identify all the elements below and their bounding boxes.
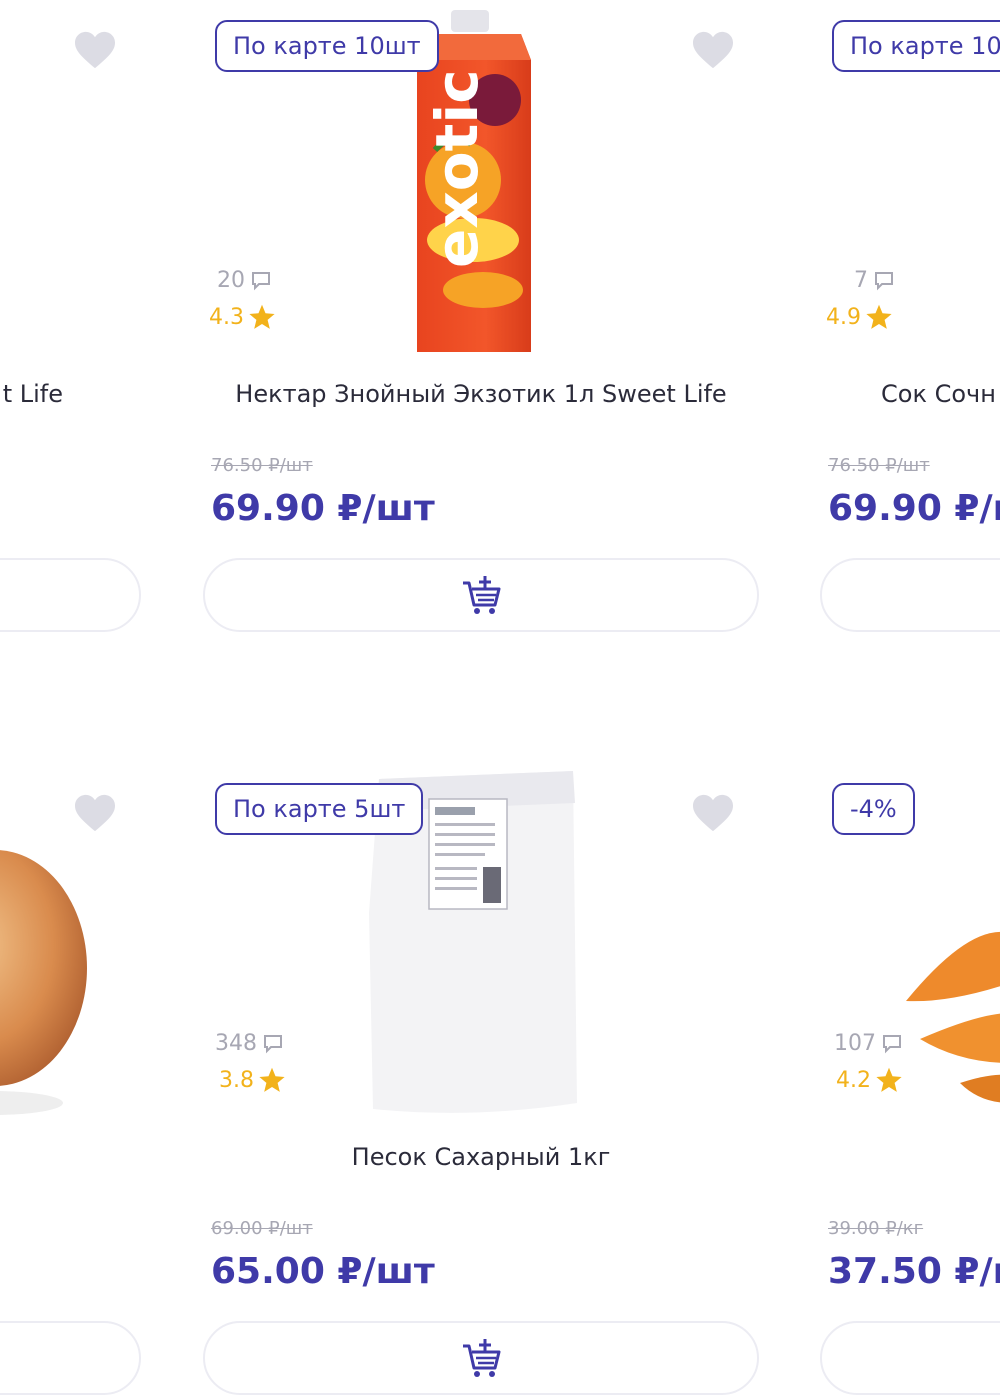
reviews-count[interactable]: 348: [215, 1031, 283, 1056]
rating-value: 3.8: [219, 1067, 254, 1093]
loyalty-card-badge: По карте 10шт: [215, 20, 439, 72]
product-grid: t Life exotic По карте 10шт 20 4.3 Некта…: [0, 0, 1000, 1400]
rating-value: 4.3: [209, 304, 244, 330]
product-card[interactable]: [0, 763, 141, 1400]
product-card[interactable]: По карте 5шт 348 3.8 Песок Сахарный 1кг …: [203, 763, 759, 1400]
price: 37.50 ₽/кг: [828, 1251, 1000, 1292]
heart-icon[interactable]: [691, 793, 735, 833]
add-to-cart-button[interactable]: [203, 558, 759, 632]
discount-badge: -4%: [832, 783, 915, 835]
add-to-cart-icon: [463, 576, 501, 614]
reviews-count-value: 20: [217, 268, 245, 293]
product-title[interactable]: Песок Сахарный 1кг: [203, 1143, 759, 1171]
rating: 4.2: [836, 1066, 903, 1094]
add-to-cart-button[interactable]: [0, 558, 141, 632]
old-price: 69.00 ₽/шт: [211, 1218, 313, 1239]
carton-brand-text: exotic: [423, 69, 491, 268]
price: 69.90 ₽/ш: [828, 488, 1000, 529]
old-price: 39.00 ₽/кг: [828, 1218, 924, 1239]
comment-icon: [875, 271, 893, 290]
rating-value: 4.9: [826, 304, 861, 330]
old-price: 76.50 ₽/шт: [211, 455, 313, 476]
product-image[interactable]: [0, 763, 141, 1123]
reviews-count-value: 107: [834, 1031, 876, 1056]
star-icon: [249, 304, 275, 329]
product-card[interactable]: По карте 10 7 4.9 Сок Сочн 76.50 ₽/шт 69…: [820, 0, 1000, 650]
reviews-count-value: 348: [215, 1031, 257, 1056]
add-to-cart-button[interactable]: [0, 1321, 141, 1395]
star-icon: [876, 1067, 902, 1092]
onion-image: [0, 850, 87, 1115]
reviews-count[interactable]: 107: [834, 1031, 902, 1056]
loyalty-card-badge: По карте 10: [832, 20, 1000, 72]
comment-icon: [883, 1034, 901, 1053]
price: 69.90 ₽/шт: [211, 488, 435, 529]
star-icon: [866, 304, 892, 329]
add-to-cart-icon: [463, 1339, 501, 1377]
product-card[interactable]: -4% 107 4.2 39.00 ₽/кг 37.50 ₽/кг: [820, 763, 1000, 1400]
heart-icon[interactable]: [73, 30, 117, 70]
old-price: 76.50 ₽/шт: [828, 455, 930, 476]
product-card[interactable]: t Life: [0, 0, 141, 650]
reviews-count-value: 7: [854, 268, 868, 293]
comment-icon: [264, 1034, 282, 1053]
reviews-count[interactable]: 7: [854, 268, 894, 293]
product-card[interactable]: exotic По карте 10шт 20 4.3 Нектар Знойн…: [203, 0, 759, 650]
reviews-count[interactable]: 20: [217, 268, 271, 293]
add-to-cart-button[interactable]: [820, 558, 1000, 632]
price: 65.00 ₽/шт: [211, 1251, 435, 1292]
product-title[interactable]: Нектар Знойный Экзотик 1л Sweet Life: [203, 380, 759, 408]
loyalty-card-badge: По карте 5шт: [215, 783, 424, 835]
rating: 3.8: [219, 1066, 286, 1094]
product-title[interactable]: t Life: [0, 380, 63, 408]
heart-icon[interactable]: [73, 793, 117, 833]
rating-value: 4.2: [836, 1067, 871, 1093]
rating: 4.9: [826, 303, 893, 331]
star-icon: [259, 1067, 285, 1092]
add-to-cart-button[interactable]: [820, 1321, 1000, 1395]
add-to-cart-button[interactable]: [203, 1321, 759, 1395]
heart-icon[interactable]: [691, 30, 735, 70]
rating: 4.3: [209, 303, 276, 331]
comment-icon: [252, 271, 270, 290]
product-title[interactable]: Сок Сочн: [881, 380, 1000, 408]
